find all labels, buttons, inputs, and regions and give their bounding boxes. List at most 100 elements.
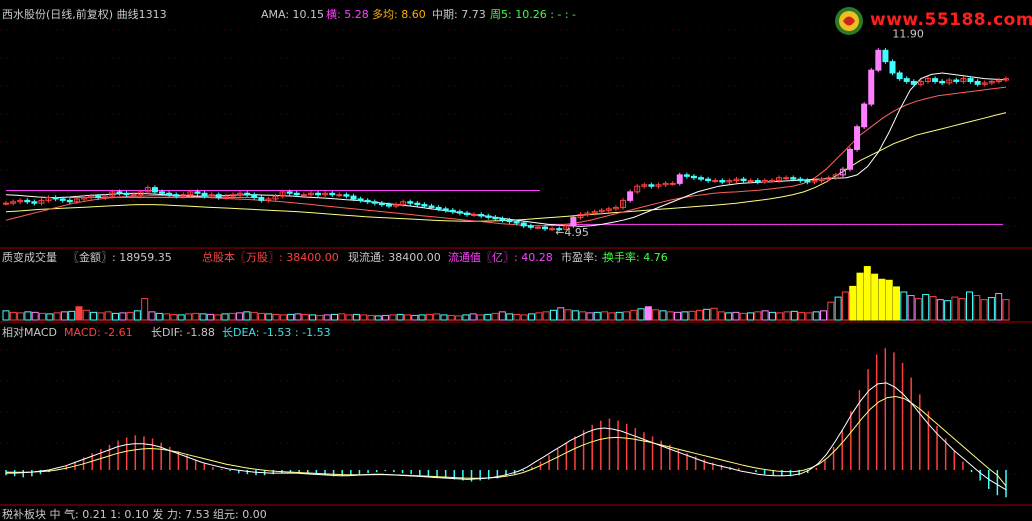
volume-bar — [783, 311, 791, 321]
candle — [151, 187, 158, 193]
volume-bar — [462, 314, 470, 321]
candle — [698, 177, 705, 180]
volume-bar — [878, 278, 886, 321]
candle — [66, 199, 73, 203]
candle — [24, 199, 31, 203]
volume-bar — [155, 312, 163, 321]
volume-bar — [119, 312, 127, 321]
volume-bar — [228, 312, 236, 321]
volume-bar — [893, 286, 901, 321]
volume-bar — [9, 311, 17, 321]
volume-bar — [440, 314, 448, 321]
candle — [705, 178, 712, 182]
volume-bar — [513, 313, 521, 321]
candle — [421, 204, 428, 207]
candle — [435, 206, 442, 210]
candle — [31, 201, 38, 204]
volume-bar — [338, 313, 346, 321]
candle — [364, 199, 371, 203]
volume-bar — [681, 311, 689, 321]
candle — [953, 79, 960, 82]
volume-bar — [498, 311, 506, 321]
volume-bar — [148, 311, 156, 321]
candle — [159, 191, 166, 194]
candle — [939, 80, 946, 84]
volume-bar — [141, 298, 149, 321]
volume-bar — [593, 311, 601, 321]
volume-bar — [798, 311, 806, 321]
total-shares-label: 总股本〖万股〗: 38400.00 — [202, 251, 339, 264]
candle — [740, 178, 747, 182]
candle — [130, 194, 137, 197]
volume-bar — [995, 293, 1003, 321]
volume-bar — [615, 311, 623, 321]
zhou5-label: 周5: 10.26 : - : - — [490, 8, 577, 21]
candle — [478, 214, 485, 217]
chart-title: 西水股份(日线,前复权) 曲线1313 — [2, 8, 167, 21]
volume-bar — [221, 313, 229, 321]
candle — [882, 49, 889, 63]
candle — [428, 205, 435, 208]
candle — [173, 194, 180, 197]
volume-bar — [827, 301, 835, 321]
candle — [896, 72, 903, 80]
candle — [768, 180, 775, 183]
volume-bar — [90, 311, 98, 321]
volume-bar — [688, 310, 696, 321]
candle — [783, 177, 790, 180]
volume-bar — [382, 314, 390, 321]
candle — [534, 226, 541, 229]
volume-bar — [433, 313, 441, 321]
volume-bar — [820, 310, 828, 321]
candle — [712, 180, 719, 183]
volume-bar — [674, 311, 682, 321]
volume-bar — [535, 312, 543, 321]
candle — [967, 78, 974, 82]
volume-bar — [301, 313, 309, 321]
volume-bar — [163, 313, 171, 321]
volume-bar — [549, 309, 557, 321]
candle — [371, 201, 378, 204]
candle — [414, 202, 421, 206]
candle — [336, 194, 343, 197]
volume-bar — [199, 313, 207, 321]
volume-bar — [659, 310, 667, 321]
candle — [215, 194, 222, 199]
volume-bar — [31, 311, 39, 321]
volume-bar — [374, 315, 382, 321]
volume-bar — [812, 311, 820, 321]
volume-bar — [46, 313, 54, 321]
candle — [889, 61, 896, 74]
candle — [357, 198, 364, 201]
volume-bar — [586, 312, 594, 321]
volume-bar — [476, 314, 484, 321]
volume-bar — [608, 312, 616, 321]
candle — [513, 221, 520, 224]
candle — [932, 78, 939, 82]
candle — [471, 214, 478, 217]
volume-bar — [447, 314, 455, 321]
volume-bar — [936, 299, 944, 321]
volume-bar — [907, 295, 915, 321]
volume-bar — [214, 314, 222, 321]
candle — [790, 177, 797, 180]
volume-bar — [24, 311, 32, 321]
volume-bar — [352, 313, 360, 321]
volume-bar — [192, 312, 200, 321]
candle — [456, 211, 463, 214]
volume-bar — [710, 307, 718, 321]
volume-bar — [38, 312, 46, 321]
candle — [343, 194, 350, 197]
volume-bar — [958, 298, 966, 321]
candle — [676, 174, 683, 184]
volume-bar — [601, 311, 609, 321]
volume-bar — [411, 314, 419, 321]
candle — [506, 219, 513, 223]
volume-bar — [557, 307, 565, 321]
candle — [754, 180, 761, 183]
volume-bar — [17, 312, 25, 321]
candle — [463, 212, 470, 216]
volume-bar — [184, 313, 192, 321]
volume-bar — [944, 300, 952, 321]
volume-bar — [776, 312, 784, 321]
